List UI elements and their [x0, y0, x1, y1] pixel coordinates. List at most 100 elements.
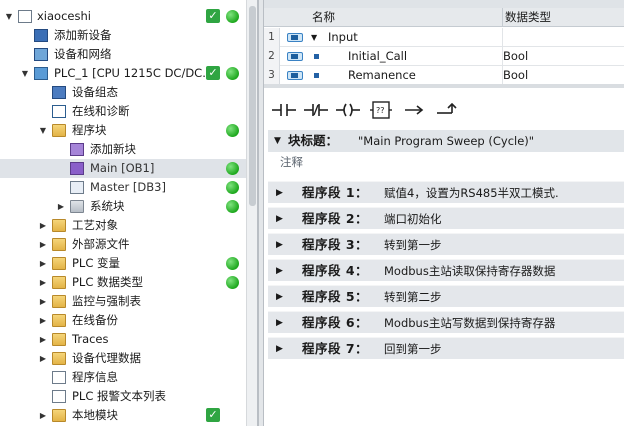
expand-toggle-icon[interactable]: ▶ [38, 235, 48, 254]
tree-item-alarm-text-lists[interactable]: PLC 报警文本列表 [0, 387, 257, 406]
expand-toggle-icon[interactable]: ▶ [276, 208, 283, 230]
expand-toggle-icon[interactable]: ▶ [38, 273, 48, 292]
expand-toggle-icon[interactable]: ▶ [276, 338, 283, 360]
tree-item-online-diagnostics[interactable]: 在线和诊断 [0, 102, 257, 121]
parameter-name[interactable]: Remanence [348, 66, 416, 85]
network-6[interactable]: ▶ 程序段 6： Modbus主站写数据到保持寄存器 [268, 311, 624, 333]
normally-closed-contact-button[interactable] [300, 95, 330, 125]
expand-toggle-icon[interactable]: ▶ [38, 254, 48, 273]
parameter-type[interactable]: Bool [502, 66, 620, 85]
tree-item-label: 设备组态 [72, 85, 118, 99]
network-comment[interactable]: 转到第一步 [384, 234, 442, 256]
online-diagnostics-icon [52, 105, 66, 118]
network-comment[interactable]: 转到第二步 [384, 286, 442, 308]
expand-toggle-icon[interactable]: ▶ [276, 286, 283, 308]
network-4[interactable]: ▶ 程序段 4： Modbus主站读取保持寄存器数据 [268, 259, 624, 281]
network-label: 程序段 4： [302, 263, 369, 278]
tree-item-device-proxy-data[interactable]: ▶ 设备代理数据 [0, 349, 257, 368]
data-type-icon [52, 276, 66, 289]
empty-box-button[interactable]: ?? [366, 95, 396, 125]
tree-item-label: 外部源文件 [72, 237, 130, 251]
expand-toggle-icon[interactable]: ▶ [38, 330, 48, 349]
normally-open-contact-button[interactable] [268, 95, 298, 125]
close-branch-button[interactable] [432, 95, 462, 125]
interface-row[interactable]: 1 ▼ Input [264, 28, 624, 47]
expand-toggle-icon[interactable]: ▶ [38, 292, 48, 311]
tree-item-add-device[interactable]: 添加新设备 [0, 26, 257, 45]
tree-item-external-sources[interactable]: ▶ 外部源文件 [0, 235, 257, 254]
tree-item-system-blocks[interactable]: ▶ 系统块 [0, 197, 257, 216]
tree-item-watch-force-tables[interactable]: ▶ 监控与强制表 [0, 292, 257, 311]
expand-toggle-icon[interactable]: ▶ [38, 216, 48, 235]
network-5[interactable]: ▶ 程序段 5： 转到第二步 [268, 285, 624, 307]
collapse-toggle-icon[interactable]: ▼ [20, 64, 30, 83]
tree-item-label: 本地模块 [72, 408, 118, 422]
coil-button[interactable] [332, 95, 362, 125]
network-7[interactable]: ▶ 程序段 7： 回到第一步 [268, 337, 624, 359]
tree-item-traces[interactable]: ▶ Traces [0, 330, 257, 349]
network-3[interactable]: ▶ 程序段 3： 转到第一步 [268, 233, 624, 255]
block-title-bar[interactable]: ▼ 块标题： "Main Program Sweep (Cycle)" [268, 130, 624, 152]
collapse-toggle-icon[interactable]: ▼ [38, 121, 48, 140]
interface-row[interactable]: 2 Initial_Call Bool [264, 47, 624, 66]
parameter-name[interactable]: Initial_Call [348, 47, 407, 66]
expand-toggle-icon[interactable]: ▶ [56, 197, 66, 216]
interface-splitter[interactable] [264, 84, 624, 88]
parameter-type[interactable]: Bool [502, 47, 620, 66]
scrollbar-thumb[interactable] [249, 6, 256, 206]
interface-row[interactable]: 3 Remanence Bool [264, 66, 624, 85]
open-branch-button[interactable] [400, 95, 430, 125]
expand-toggle-icon[interactable]: ▶ [276, 312, 283, 334]
expand-toggle-icon[interactable]: ▶ [38, 349, 48, 368]
parameter-name[interactable]: Input [328, 28, 358, 47]
parameter-bullet-icon [314, 73, 319, 78]
tree-item-plc-data-types[interactable]: ▶ PLC 数据类型 [0, 273, 257, 292]
network-comment[interactable]: Modbus主站写数据到保持寄存器 [384, 312, 555, 334]
expand-toggle-icon[interactable]: ▶ [38, 311, 48, 330]
expand-toggle-icon[interactable]: ▶ [276, 234, 283, 256]
collapse-toggle-icon[interactable]: ▼ [4, 7, 14, 26]
input-pin-icon [287, 52, 303, 61]
folder-icon [52, 333, 66, 346]
tree-item-online-backups[interactable]: ▶ 在线备份 [0, 311, 257, 330]
folder-icon [52, 295, 66, 308]
tree-item-plc-tags[interactable]: ▶ PLC 变量 [0, 254, 257, 273]
block-comment[interactable]: 注释 [268, 152, 624, 172]
alarm-text-icon [52, 390, 66, 403]
collapse-toggle-icon[interactable]: ▼ [311, 28, 317, 47]
expand-toggle-icon[interactable]: ▶ [276, 260, 283, 282]
tree-item-technology-objects[interactable]: ▶ 工艺对象 [0, 216, 257, 235]
network-comment[interactable]: Modbus主站读取保持寄存器数据 [384, 260, 555, 282]
tree-item-program-info[interactable]: 程序信息 [0, 368, 257, 387]
tree-item-label: 程序块 [72, 123, 107, 137]
tree-item-label: 添加新块 [90, 142, 136, 156]
collapse-toggle-icon[interactable]: ▼ [274, 130, 281, 152]
document-icon [18, 10, 32, 23]
tree-item-add-block[interactable]: 添加新块 [0, 140, 257, 159]
parameter-type[interactable] [502, 28, 620, 47]
folder-icon [52, 352, 66, 365]
expand-toggle-icon[interactable]: ▶ [276, 182, 283, 204]
network-2[interactable]: ▶ 程序段 2： 端口初始化 [268, 207, 624, 229]
expand-toggle-icon[interactable]: ▶ [38, 406, 48, 425]
header-name[interactable]: 名称 [312, 8, 335, 27]
tree-item-devices-networks[interactable]: 设备和网络 [0, 45, 257, 64]
network-label: 程序段 3： [302, 237, 369, 252]
tree-item-master-db3[interactable]: Master [DB3] [0, 178, 257, 197]
tree-item-program-blocks[interactable]: ▼ 程序块 [0, 121, 257, 140]
tree-item-main-ob1[interactable]: Main [OB1] [0, 159, 257, 178]
tree-item-local-modules[interactable]: ▶ 本地模块 ✓ [0, 406, 257, 425]
network-comment[interactable]: 端口初始化 [384, 208, 442, 230]
tree-scrollbar[interactable] [246, 0, 257, 426]
header-data-type[interactable]: 数据类型 [502, 8, 551, 27]
check-icon: ✓ [206, 408, 220, 422]
network-comment[interactable]: 赋值4，设置为RS485半双工模式. [384, 182, 559, 204]
tree-item-device-config[interactable]: 设备组态 [0, 83, 257, 102]
status-dot-icon [226, 200, 239, 213]
tree-item-plc1[interactable]: ▼ PLC_1 [CPU 1215C DC/DC... ✓ [0, 64, 257, 83]
block-title-value[interactable]: "Main Program Sweep (Cycle)" [358, 130, 534, 152]
tree-item-label: 在线备份 [72, 313, 118, 327]
network-1[interactable]: ▶ 程序段 1： 赋值4，设置为RS485半双工模式. [268, 181, 624, 203]
network-comment[interactable]: 回到第一步 [384, 338, 442, 360]
tree-item-project[interactable]: ▼ xiaoceshi ✓ [0, 7, 257, 26]
